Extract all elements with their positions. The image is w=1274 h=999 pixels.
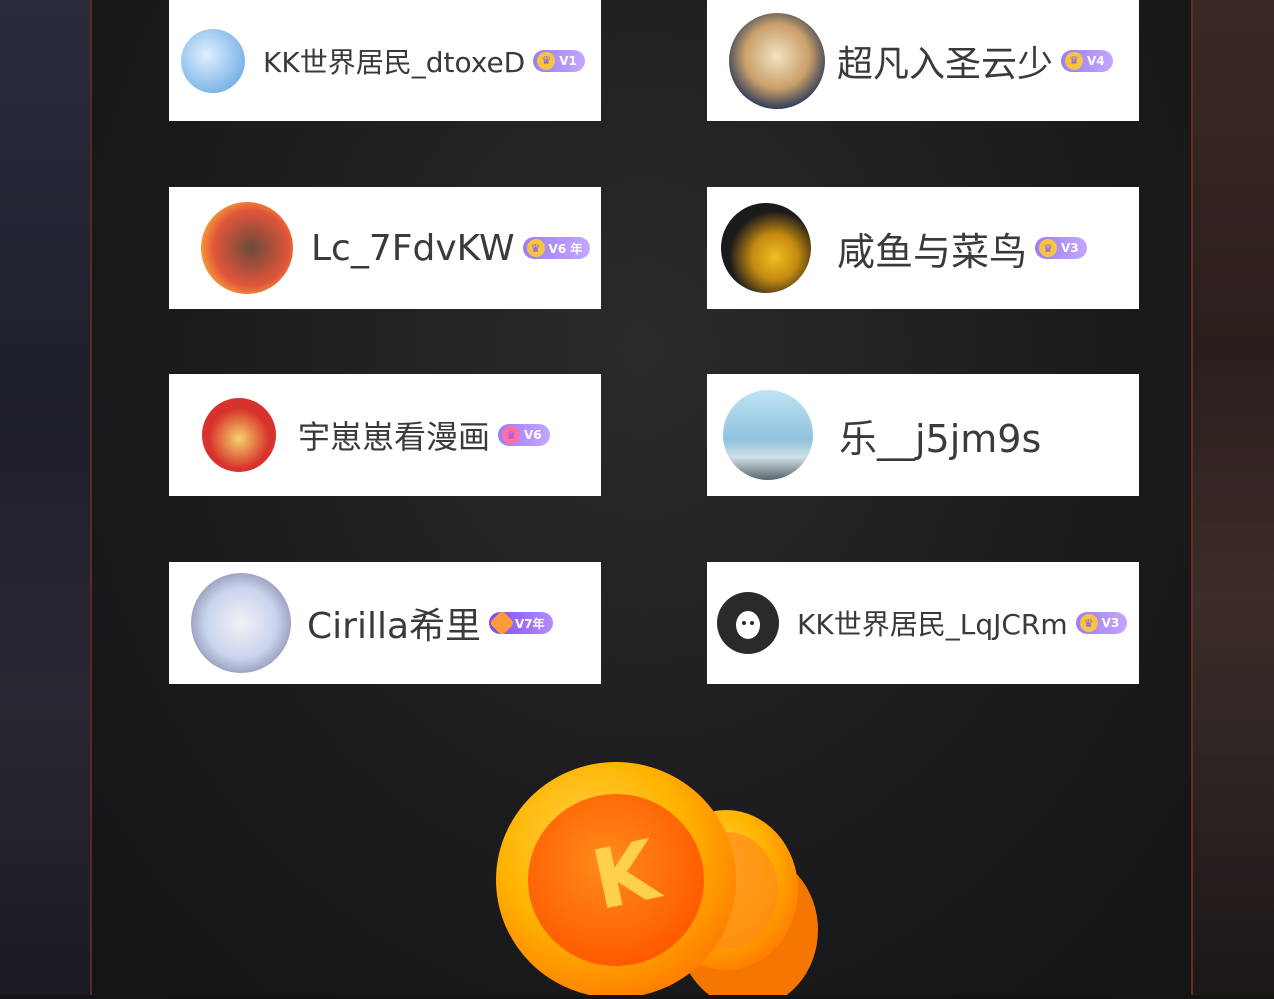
avatar[interactable] [202,398,276,472]
user-card[interactable]: KK世界居民_LqJCRm ♛ V3 [707,562,1139,684]
avatar[interactable] [191,573,291,673]
background-left [0,0,92,995]
crown-icon: ♛ [1065,51,1084,70]
coin-stack-illustration: K [486,760,826,999]
user-card[interactable]: 宇崽崽看漫画 ♛ V6 [169,374,601,496]
username[interactable]: 超凡入圣云少 [837,35,1053,87]
username[interactable]: Cirilla希里 [307,597,481,649]
vip-badge: ♛ V4 [1061,49,1113,72]
avatar[interactable] [201,202,293,294]
vip-badge: ♛ V1 [533,49,585,72]
crown-icon: ♛ [1079,614,1098,632]
username[interactable]: Lc_7FdvKW [311,228,515,269]
username[interactable]: KK世界居民_dtoxeD [263,41,525,81]
background-right [1192,0,1274,995]
vip-badge: ♛ V3 [1075,612,1128,634]
hexagon-badge-icon [489,610,515,636]
vip-badge: V7年 [489,610,553,636]
crown-icon: ♛ [502,426,521,444]
user-card[interactable]: 超凡入圣云少 ♛ V4 [707,0,1139,121]
avatar[interactable] [729,12,825,109]
vip-badge: ♛ V6 [498,424,550,446]
username[interactable]: 宇崽崽看漫画 [298,412,490,458]
username[interactable]: 咸鱼与菜鸟 [837,221,1027,276]
avatar[interactable] [717,592,779,654]
user-card[interactable]: Lc_7FdvKW ♛ V6 年 [169,187,601,309]
avatar[interactable] [721,203,811,293]
avatar[interactable] [181,28,245,93]
user-card[interactable]: 乐__j5jm9s [707,374,1139,496]
user-card[interactable]: 咸鱼与菜鸟 ♛ V3 [707,187,1139,309]
avatar[interactable] [723,390,813,480]
crown-icon: ♛ [1039,239,1058,257]
user-card[interactable]: Cirilla希里 V7年 [169,562,601,684]
crown-icon: ♛ [537,51,556,70]
crown-icon: ♛ [526,239,545,257]
vip-badge: ♛ V3 [1035,237,1087,259]
vip-badge: ♛ V6 年 [522,237,591,259]
username[interactable]: 乐__j5jm9s [839,408,1041,463]
default-ghost-icon [736,611,760,639]
username[interactable]: KK世界居民_LqJCRm [797,603,1068,643]
user-card[interactable]: KK世界居民_dtoxeD ♛ V1 [169,0,601,121]
